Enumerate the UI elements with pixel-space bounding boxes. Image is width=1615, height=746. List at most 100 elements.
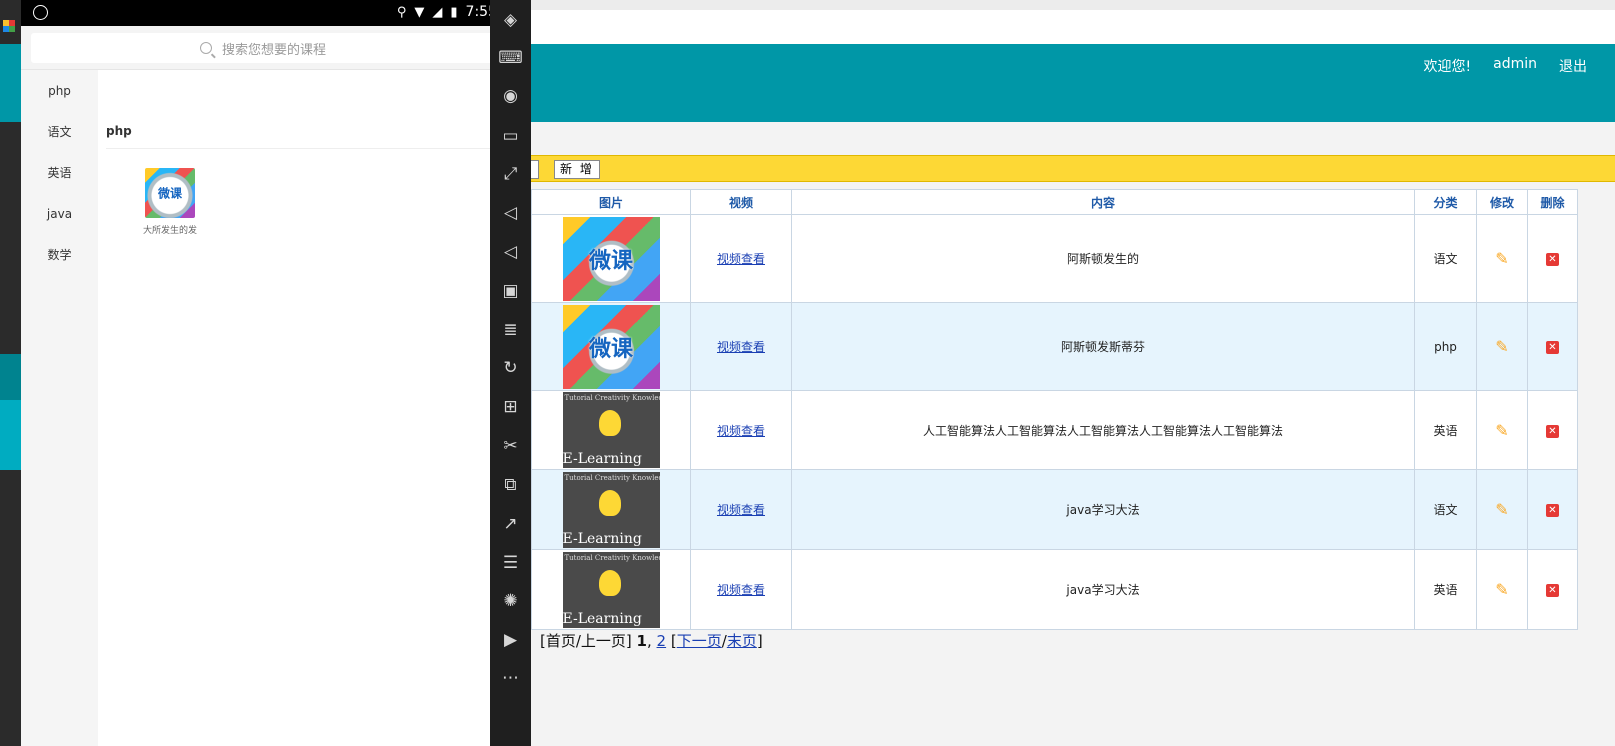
video-view-link[interactable]: 视频查看 (717, 340, 765, 354)
search-placeholder: 搜索您想要的课程 (221, 42, 326, 58)
resize-icon[interactable]: ↗ (490, 512, 531, 536)
image-cell: Tutorial Creativity Knowledge CoachingE-… (531, 549, 691, 630)
course-image: Tutorial Creativity Knowledge CoachingE-… (562, 551, 660, 628)
edit-pencil-icon[interactable]: ✎ (1495, 500, 1508, 519)
wifi-icon: ▼ (414, 4, 425, 20)
course-image: Tutorial Creativity Knowledge CoachingE-… (562, 471, 660, 548)
delete-cell: ✕ (1527, 214, 1578, 303)
content-cell: 人工智能算法人工智能算法人工智能算法人工智能算法人工智能算法 (791, 390, 1415, 470)
pager-next-link[interactable]: 下一页 (677, 632, 722, 650)
delete-cell: ✕ (1527, 302, 1578, 391)
video-cell: 视频查看 (690, 302, 792, 391)
menu-icon[interactable]: ☰ (490, 551, 531, 575)
multi-window-icon[interactable]: ⧉ (490, 473, 531, 497)
course-card[interactable]: 微课 大所发生的发 (140, 168, 200, 236)
category-item-math[interactable]: 数学 (21, 234, 98, 275)
course-table: 图片 视频 内容 分类 修改 删除 微课 视频查看 阿斯顿发生的 语文 ✎ ✕ … (531, 189, 1578, 630)
col-header-delete: 删除 (1527, 189, 1578, 215)
action-button-partial[interactable] (531, 160, 539, 179)
sliver-band (0, 354, 21, 400)
divider (106, 148, 496, 149)
screenshot-icon[interactable]: ▣ (490, 279, 531, 303)
edit-cell: ✎ (1476, 390, 1528, 470)
logout-link[interactable]: 退出 (1559, 56, 1587, 76)
video-cell: 视频查看 (690, 469, 792, 550)
app-logo-icon (33, 5, 48, 20)
video-cell: 视频查看 (690, 549, 792, 630)
browser-address-bar (531, 0, 1615, 44)
delete-icon[interactable]: ✕ (1546, 424, 1559, 438)
category-cell: 英语 (1414, 549, 1477, 630)
volume-up-icon[interactable]: ◁ (490, 201, 531, 225)
video-view-link[interactable]: 视频查看 (717, 583, 765, 597)
image-cell: 微课 (531, 214, 691, 303)
delete-icon[interactable]: ✕ (1546, 504, 1559, 517)
video-record-icon[interactable]: ▶ (490, 628, 531, 652)
delete-icon[interactable]: ✕ (1546, 253, 1559, 266)
search-input[interactable]: 搜索您想要的课程 (31, 33, 495, 63)
category-item-java[interactable]: java (21, 193, 98, 234)
edit-pencil-icon[interactable]: ✎ (1495, 337, 1508, 356)
video-view-link[interactable]: 视频查看 (717, 252, 765, 266)
video-view-link[interactable]: 视频查看 (717, 424, 765, 438)
course-image: 微课 (562, 216, 660, 301)
pager-current-page: 1 (636, 632, 647, 650)
fullscreen-icon[interactable]: ⤢ (490, 162, 531, 186)
edit-pencil-icon[interactable]: ✎ (1495, 580, 1508, 599)
category-cell: 语文 (1414, 469, 1477, 550)
pager-page-2[interactable]: 2 (657, 632, 667, 650)
category-cell: 英语 (1414, 390, 1477, 470)
stack-icon[interactable]: ≣ (490, 318, 531, 342)
site-header: 欢迎您! admin 退出 (531, 44, 1615, 122)
location-pin-icon[interactable]: ◉ (490, 84, 531, 108)
loading-icon[interactable]: ✺ (490, 589, 531, 613)
status-bar: ⚲ ▼ ◢ ▮ 7:55 (21, 0, 505, 26)
signal-icon: ◢ (432, 4, 443, 20)
pager-bracket-close: ] (756, 632, 763, 650)
username-link[interactable]: admin (1493, 56, 1537, 76)
refresh-icon[interactable]: ↻ (490, 356, 531, 380)
browser-tab-strip (531, 0, 1615, 10)
edit-cell: ✎ (1476, 214, 1528, 303)
edit-pencil-icon[interactable]: ✎ (1495, 249, 1508, 268)
edit-cell: ✎ (1476, 549, 1528, 630)
rotate-icon[interactable]: ◈ (490, 8, 531, 32)
category-cell: php (1414, 302, 1477, 391)
keyboard-icon[interactable]: ⌨ (490, 46, 531, 70)
table-header-row: 图片 视频 内容 分类 修改 删除 (531, 189, 1578, 215)
category-item-php[interactable]: php (21, 70, 98, 111)
action-bar: 新 增 (531, 155, 1615, 182)
col-header-category: 分类 (1414, 189, 1477, 215)
scissors-icon[interactable]: ✂ (490, 434, 531, 458)
course-thumbnail: 微课 (145, 168, 195, 218)
table-row: Tutorial Creativity Knowledge CoachingE-… (531, 549, 1578, 630)
video-cell: 视频查看 (690, 214, 792, 303)
pager-last-link[interactable]: 末页 (727, 632, 757, 650)
course-panel: php 微课 大所发生的发 (98, 70, 505, 746)
course-caption: 大所发生的发 (142, 226, 197, 236)
category-item-english[interactable]: 英语 (21, 152, 98, 193)
apps-grid-icon[interactable] (3, 20, 15, 32)
volume-down-icon[interactable]: ◁ (490, 240, 531, 264)
content-cell: 阿斯顿发生的 (791, 214, 1415, 303)
display-icon[interactable]: ▭ (490, 124, 531, 148)
section-title: php (106, 124, 132, 138)
category-item-chinese[interactable]: 语文 (21, 111, 98, 152)
video-view-link[interactable]: 视频查看 (717, 503, 765, 517)
apk-install-icon[interactable]: ⊞ (490, 395, 531, 419)
delete-cell: ✕ (1527, 469, 1578, 550)
delete-icon[interactable]: ✕ (1546, 341, 1559, 354)
edit-cell: ✎ (1476, 302, 1528, 391)
screen: ⚲ ▼ ◢ ▮ 7:55 搜索您想要的课程 php 语文 英语 java 数学 … (0, 0, 1615, 746)
table-row: 微课 视频查看 阿斯顿发生的 语文 ✎ ✕ (531, 214, 1578, 303)
category-list: php 语文 英语 java 数学 (21, 70, 98, 746)
welcome-text: 欢迎您! (1423, 59, 1472, 75)
more-icon[interactable]: ⋯ (490, 666, 531, 690)
edit-cell: ✎ (1476, 469, 1528, 550)
add-button[interactable]: 新 增 (554, 160, 600, 179)
sliver-header-band (0, 44, 21, 122)
delete-icon[interactable]: ✕ (1546, 584, 1559, 597)
image-cell: Tutorial Creativity Knowledge CoachingE-… (531, 390, 691, 470)
course-image: 微课 (562, 304, 660, 389)
edit-pencil-icon[interactable]: ✎ (1495, 421, 1508, 440)
